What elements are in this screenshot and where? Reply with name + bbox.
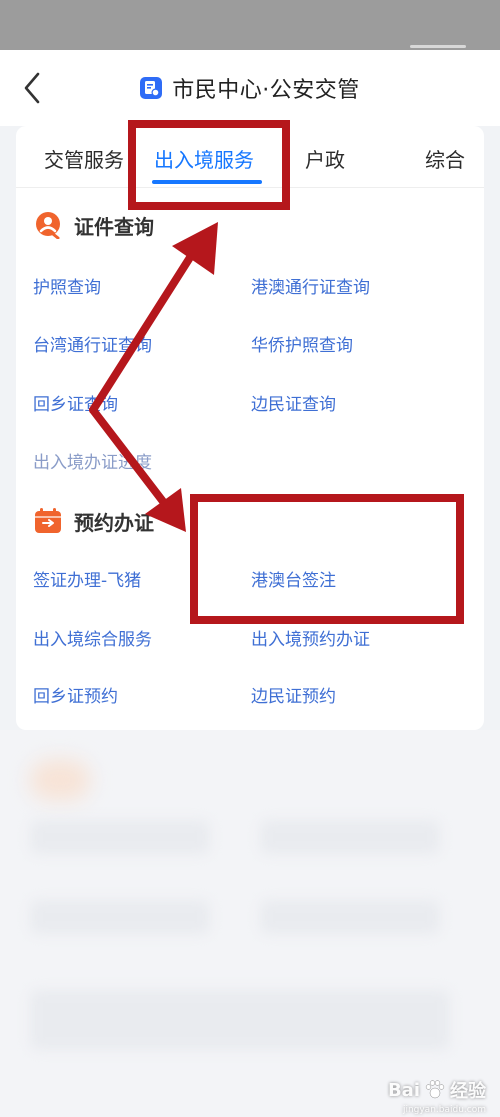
link-visa-fliggy[interactable]: 签证办理-飞猪	[33, 566, 141, 591]
link-home-return-permit-query[interactable]: 回乡证查询	[33, 390, 118, 415]
status-indicator	[410, 45, 466, 48]
link-taiwan-permit-query[interactable]: 台湾通行证查询	[33, 331, 152, 356]
page-title: 市民中心·公安交管	[172, 78, 360, 103]
section-title: 证件查询	[74, 214, 154, 239]
link-home-return-appointment[interactable]: 回乡证预约	[33, 682, 118, 707]
link-hk-macao-permit-query[interactable]: 港澳通行证查询	[251, 273, 370, 298]
tab-comprehensive[interactable]: 综合	[425, 144, 465, 173]
blurred-content-area	[0, 730, 500, 1117]
blurred-block	[30, 820, 210, 854]
calendar-icon	[35, 508, 61, 533]
blurred-block	[260, 820, 440, 854]
status-bar	[0, 0, 500, 50]
blurred-block	[260, 900, 440, 934]
blurred-block	[30, 990, 450, 1050]
document-badge-icon	[140, 77, 163, 99]
blurred-icon	[30, 760, 90, 800]
highlight-box-endorsement	[190, 494, 464, 624]
section-header-certificate-query: 证件查询	[34, 210, 154, 240]
tab-traffic-services[interactable]: 交管服务	[44, 144, 124, 173]
watermark-suffix: 经验	[450, 1081, 486, 1102]
link-overseas-passport-query[interactable]: 华侨护照查询	[251, 331, 353, 356]
blurred-block	[30, 900, 210, 934]
link-border-pass-appointment[interactable]: 边民证预约	[251, 682, 336, 707]
link-entry-exit-appointment[interactable]: 出入境预约办证	[251, 625, 370, 650]
link-entry-exit-comprehensive[interactable]: 出入境综合服务	[33, 625, 152, 650]
section-title: 预约办证	[74, 510, 154, 535]
watermark-url: jingyan.baidu.com	[402, 1105, 486, 1115]
link-passport-query[interactable]: 护照查询	[33, 273, 101, 298]
watermark: Bai 经验 jingyan.baidu.com	[387, 1077, 486, 1116]
search-person-icon	[36, 212, 60, 239]
section-header-appointment: 预约办证	[34, 506, 154, 536]
link-border-pass-query[interactable]: 边民证查询	[251, 390, 336, 415]
service-card: 交管服务 出入境服务 户政 综合 证件查询 护照查询 港澳通行证查询 台湾通行证…	[16, 126, 484, 730]
watermark-brand: Bai	[387, 1079, 420, 1101]
tab-household[interactable]: 户政	[305, 144, 345, 173]
highlight-box-tab	[128, 120, 290, 210]
navigation-bar: 市民中心·公安交管	[0, 50, 500, 126]
link-application-progress[interactable]: 出入境办证进度	[33, 448, 152, 473]
paw-icon	[425, 1080, 445, 1099]
